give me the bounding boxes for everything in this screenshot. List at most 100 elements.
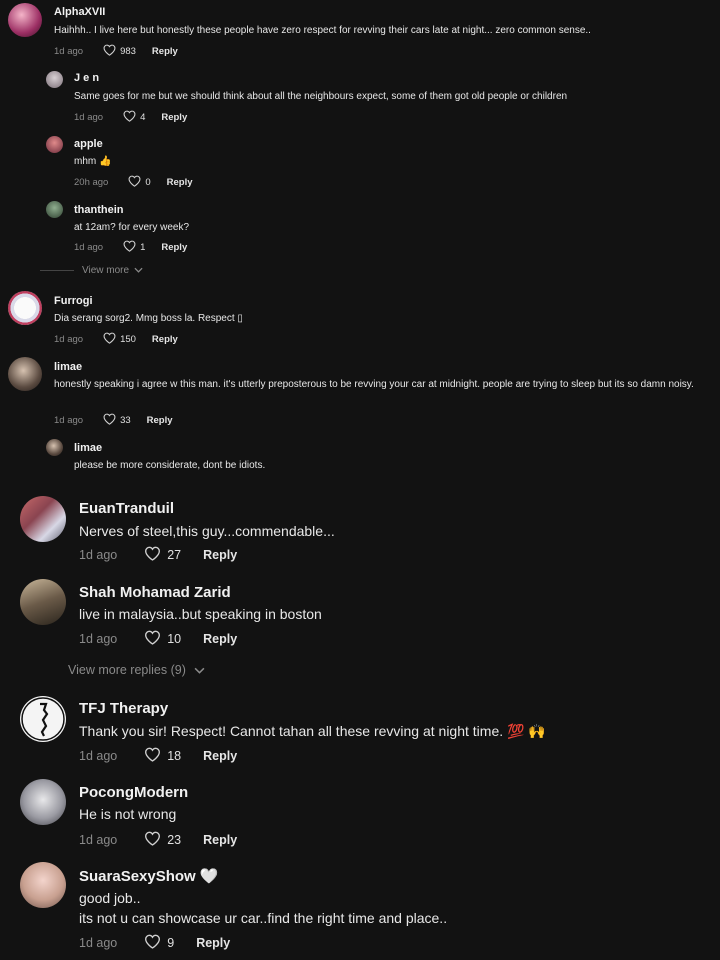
reply-button[interactable]: Reply [203, 632, 237, 646]
view-more-replies-button[interactable]: View more [40, 265, 143, 276]
comment-username[interactable]: SuaraSexyShow 🤍 [79, 867, 219, 885]
comment-text: at 12am? for every week? [74, 222, 190, 233]
comment-username[interactable]: J e n [74, 72, 99, 84]
comment-time: 1d ago [74, 242, 104, 253]
comment-text: Thank you sir! Respect! Cannot tahan all… [79, 723, 546, 739]
avatar[interactable] [46, 136, 63, 153]
avatar[interactable] [20, 779, 66, 825]
comment-meta: 1d ago 9 Reply [79, 934, 230, 952]
comment-username[interactable]: Furrogi [54, 295, 93, 307]
like-count: 27 [167, 548, 182, 562]
comment-time: 1d ago [79, 548, 118, 562]
heart-icon [103, 332, 116, 347]
comment-text: Haihhh.. I live here but honestly these … [54, 25, 591, 36]
chevron-down-icon [134, 265, 143, 276]
like-button[interactable]: 9 [144, 934, 174, 952]
chevron-down-icon [194, 663, 205, 677]
reply-button[interactable]: Reply [152, 334, 178, 345]
reply-button[interactable]: Reply [203, 749, 237, 763]
comment-username[interactable]: limae [54, 361, 82, 373]
like-button[interactable]: 10 [144, 630, 181, 648]
avatar[interactable] [8, 357, 42, 391]
comment-username[interactable]: thanthein [74, 204, 124, 216]
comment-time: 1d ago [79, 632, 118, 646]
avatar[interactable] [20, 696, 66, 742]
like-count: 10 [167, 632, 182, 646]
comment-time: 1d ago [79, 833, 118, 847]
comment-meta: 20h ago 0 Reply [74, 175, 193, 190]
reply-button[interactable]: Reply [167, 177, 193, 188]
comment-username[interactable]: Shah Mohamad Zarid [79, 584, 231, 601]
comment-text-line: good job.. [79, 890, 141, 906]
comment-username[interactable]: AlphaXVII [54, 6, 105, 18]
heart-icon [144, 831, 161, 849]
heart-icon [144, 630, 161, 648]
reply-button[interactable]: Reply [161, 112, 187, 123]
comment-text: honestly speaking i agree w this man. it… [54, 379, 694, 390]
comment-username[interactable]: EuanTranduil [79, 500, 174, 517]
reply-button[interactable]: Reply [152, 46, 178, 57]
avatar[interactable] [8, 3, 42, 37]
avatar[interactable] [8, 291, 42, 325]
reply-button[interactable]: Reply [203, 548, 237, 562]
like-button[interactable]: 18 [144, 747, 181, 765]
avatar[interactable] [46, 439, 63, 456]
like-button[interactable]: 150 [103, 332, 136, 347]
avatar[interactable] [46, 201, 63, 218]
comment-time: 1d ago [54, 46, 84, 57]
reply-button[interactable]: Reply [161, 242, 187, 253]
comment-meta: 1d ago 23 Reply [79, 831, 237, 849]
like-count: 18 [167, 749, 182, 763]
like-count: 1 [140, 242, 146, 253]
avatar[interactable] [46, 71, 63, 88]
comment-username[interactable]: PocongModern [79, 784, 188, 801]
avatar[interactable] [20, 496, 66, 542]
heart-icon [144, 747, 161, 765]
like-button[interactable]: 983 [103, 44, 136, 59]
like-count: 150 [120, 334, 136, 345]
like-button[interactable]: 23 [144, 831, 181, 849]
heart-icon [144, 934, 161, 952]
comment-username[interactable]: limae [74, 442, 102, 454]
heart-icon [103, 413, 116, 428]
heart-icon [128, 175, 141, 190]
comment-username[interactable]: TFJ Therapy [79, 700, 168, 717]
reply-button[interactable]: Reply [203, 833, 237, 847]
comment-time: 1d ago [79, 749, 118, 763]
comment-meta: 1d ago 18 Reply [79, 747, 237, 765]
avatar[interactable] [20, 579, 66, 625]
comment-text: please be more considerate, dont be idio… [74, 460, 266, 471]
comment-username[interactable]: apple [74, 138, 103, 150]
comment-time: 1d ago [54, 334, 84, 345]
comment-text: mhm 👍 [74, 156, 112, 167]
heart-icon [123, 110, 136, 125]
comment-meta: 1d ago 27 Reply [79, 546, 237, 564]
comment-text: Same goes for me but we should think abo… [74, 91, 568, 102]
like-button[interactable]: 27 [144, 546, 181, 564]
comment-meta: 1d ago 1 Reply [74, 240, 187, 255]
comment-meta: 1d ago 10 Reply [79, 630, 237, 648]
comment-text: live in malaysia..but speaking in boston [79, 606, 322, 622]
like-button[interactable]: 33 [103, 413, 131, 428]
comment-meta: 1d ago 4 Reply [74, 110, 187, 125]
like-count: 0 [145, 177, 151, 188]
comment-time: 20h ago [74, 177, 109, 188]
comment-time: 1d ago [54, 415, 84, 426]
divider [40, 270, 74, 271]
view-more-replies-button[interactable]: View more replies (9) [68, 663, 205, 677]
heart-icon [103, 44, 116, 59]
like-count: 33 [120, 415, 131, 426]
like-count: 9 [167, 936, 175, 950]
comment-time: 1d ago [74, 112, 104, 123]
comment-meta: 1d ago 33 Reply [54, 413, 173, 428]
avatar[interactable] [20, 862, 66, 908]
tfj-logo-icon [21, 697, 65, 741]
reply-button[interactable]: Reply [147, 415, 173, 426]
comment-meta: 1d ago 150 Reply [54, 332, 178, 347]
like-button[interactable]: 1 [123, 240, 145, 255]
like-button[interactable]: 0 [128, 175, 151, 190]
reply-button[interactable]: Reply [196, 936, 230, 950]
like-button[interactable]: 4 [123, 110, 145, 125]
comment-text: Dia serang sorg2. Mmg boss la. Respect ▯ [54, 313, 243, 324]
comment-text-line: its not u can showcase ur car..find the … [79, 910, 448, 926]
